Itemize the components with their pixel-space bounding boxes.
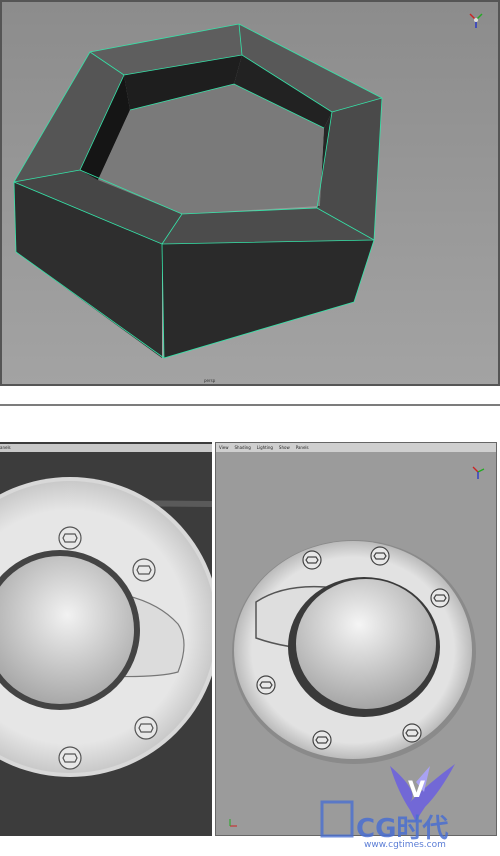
viewport-camera-label: persp [204, 378, 216, 383]
corner-axis-icon [229, 819, 237, 827]
watermark-letter: V [408, 778, 426, 803]
watermark-logo: V CG时代 www.cgtimes.com [320, 752, 500, 856]
fuel-cap-front-view [0, 477, 212, 777]
menu-shading[interactable]: Shading [235, 443, 251, 452]
top-viewport[interactable]: persp [0, 0, 500, 386]
menu-panels[interactable]: Panels [296, 443, 309, 452]
hex-nut-model [2, 2, 498, 384]
view-axis-icon [472, 466, 485, 479]
menu-lighting[interactable]: Lighting [257, 443, 273, 452]
panel-divider [0, 404, 500, 406]
menu-view[interactable]: View [219, 443, 229, 452]
left-viewport[interactable]: anels [0, 442, 212, 836]
menu-show[interactable]: Show [279, 443, 290, 452]
left-panel-menu[interactable]: anels [0, 444, 11, 452]
watermark-url: www.cgtimes.com [364, 840, 446, 850]
